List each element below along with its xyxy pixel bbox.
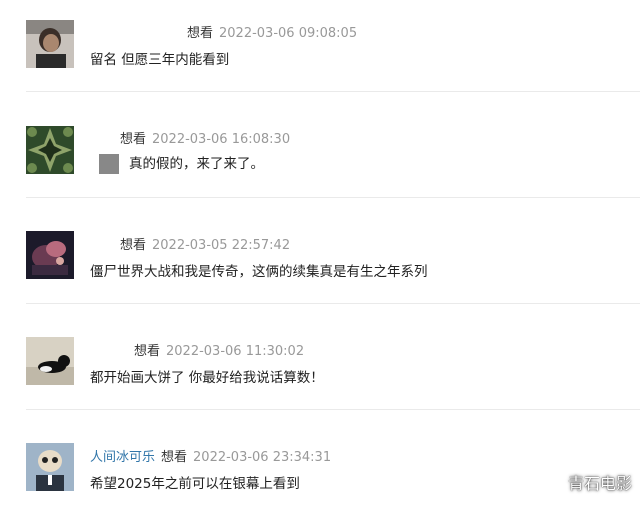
avatar[interactable] xyxy=(26,20,74,68)
comment-text: 都开始画大饼了 你最好给我说话算数！ xyxy=(90,370,324,386)
comment-text: 留名 但愿三年内能看到 xyxy=(90,52,230,68)
comment-text: 希望2025年之前可以在银幕上看到 xyxy=(90,476,300,492)
comment-meta: 想看 2022-03-05 22:57:42 xyxy=(120,234,290,253)
avatar[interactable] xyxy=(26,231,74,279)
rating-label: 想看 xyxy=(120,132,147,147)
comment-text-row: 真的假的，来了来了。 xyxy=(99,152,264,174)
rating-label: 想看 xyxy=(187,26,214,41)
comment-time: 2022-03-06 16:08:30 xyxy=(152,132,291,147)
comment-meta: 想看 2022-03-06 09:08:05 xyxy=(187,22,357,41)
avatar[interactable] xyxy=(26,337,74,385)
comment-text: 真的假的，来了来了。 xyxy=(129,156,264,172)
divider xyxy=(26,409,640,410)
avatar[interactable] xyxy=(26,443,74,491)
comment-time: 2022-03-05 22:57:42 xyxy=(152,238,291,253)
comment-meta: 人间冰可乐 想看 2022-03-06 23:34:31 xyxy=(90,446,331,465)
rating-label: 想看 xyxy=(134,344,161,359)
divider xyxy=(26,91,640,92)
comment-time: 2022-03-06 23:34:31 xyxy=(193,450,332,465)
rating-label: 想看 xyxy=(161,450,188,465)
comment-time: 2022-03-06 11:30:02 xyxy=(166,344,305,359)
comment-meta: 想看 2022-03-06 16:08:30 xyxy=(120,128,290,147)
avatar[interactable] xyxy=(26,126,74,174)
watermark: 青石电影 xyxy=(567,474,632,493)
comment-text: 僵尸世界大战和我是传奇，这俩的续集真是有生之年系列 xyxy=(90,264,428,280)
divider xyxy=(26,197,640,198)
rating-label: 想看 xyxy=(120,238,147,253)
comment-time: 2022-03-06 09:08:05 xyxy=(219,26,358,41)
placeholder-image-icon xyxy=(99,154,119,174)
comment-meta: 想看 2022-03-06 11:30:02 xyxy=(134,340,304,359)
divider xyxy=(26,303,640,304)
username-link[interactable]: 人间冰可乐 xyxy=(90,450,155,465)
